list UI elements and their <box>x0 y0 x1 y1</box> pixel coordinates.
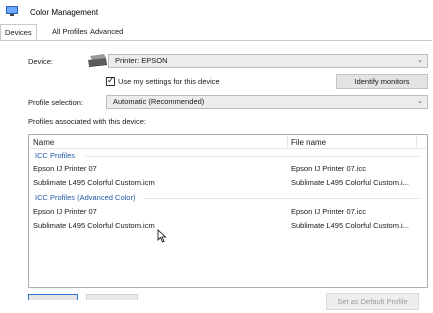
device-dropdown[interactable]: Printer: EPSON ⌄ <box>108 54 428 68</box>
title-bar: Color Management <box>0 0 433 23</box>
group-divider <box>143 198 420 199</box>
list-item[interactable]: Sublimate L495 Colorful Custom.icm Subli… <box>29 177 427 189</box>
tab-advanced[interactable]: Advanced <box>90 27 123 36</box>
profile-file: Sublimate L495 Colorful Custom.i... <box>291 178 409 187</box>
window-title: Color Management <box>30 8 99 17</box>
column-divider[interactable] <box>416 135 417 148</box>
column-divider[interactable] <box>287 135 288 148</box>
tab-devices[interactable]: Devices <box>0 24 37 40</box>
tab-all-profiles[interactable]: All Profiles <box>52 27 87 36</box>
identify-monitors-button[interactable]: Identify monitors <box>336 74 428 89</box>
set-default-profile-button[interactable]: Set as Default Profile <box>326 293 419 310</box>
mouse-cursor-icon <box>157 229 167 243</box>
profile-name: Sublimate L495 Colorful Custom.icm <box>33 221 155 230</box>
group-divider <box>85 156 420 157</box>
list-item[interactable]: Epson IJ Printer 07 Epson IJ Printer 07.… <box>29 206 427 218</box>
device-dropdown-value: Printer: EPSON <box>115 56 168 65</box>
group-icc-profiles[interactable]: ICC Profiles <box>35 151 75 160</box>
tab-bar: Devices All Profiles Advanced <box>0 24 433 41</box>
column-header-name[interactable]: Name <box>33 138 54 147</box>
printer-icon <box>88 54 107 67</box>
checkmark-icon: ✓ <box>107 75 115 85</box>
list-item[interactable]: Sublimate L495 Colorful Custom.icm Subli… <box>29 220 427 232</box>
devices-panel: Device: Printer: EPSON ⌄ ✓ Use my settin… <box>0 40 432 313</box>
add-button[interactable] <box>28 294 78 300</box>
profile-file: Sublimate L495 Colorful Custom.i... <box>291 221 409 230</box>
profile-name: Epson IJ Printer 07 <box>33 164 97 173</box>
profiles-list[interactable]: Name File name ICC Profiles Epson IJ Pri… <box>28 134 428 288</box>
chevron-down-icon: ⌄ <box>417 57 423 64</box>
list-item[interactable]: Epson IJ Printer 07 Epson IJ Printer 07.… <box>29 163 427 175</box>
profiles-caption: Profiles associated with this device: <box>28 117 146 126</box>
chevron-down-icon: ⌄ <box>417 98 423 105</box>
group-icc-profiles-advanced[interactable]: ICC Profiles (Advanced Color) <box>35 193 135 202</box>
color-management-icon <box>6 6 18 16</box>
device-label: Device: <box>28 57 54 66</box>
profile-file: Epson IJ Printer 07.icc <box>291 164 367 173</box>
profile-name: Epson IJ Printer 07 <box>33 207 97 216</box>
profile-selection-dropdown[interactable]: Automatic (Recommended) ⌄ <box>106 95 428 109</box>
profile-selection-label: Profile selection: <box>28 98 84 107</box>
use-settings-label: Use my settings for this device <box>118 77 220 86</box>
column-header-file[interactable]: File name <box>291 138 326 147</box>
remove-button[interactable] <box>86 294 138 300</box>
profile-file: Epson IJ Printer 07.icc <box>291 207 367 216</box>
list-header: Name File name <box>29 135 427 149</box>
profile-selection-value: Automatic (Recommended) <box>113 97 205 106</box>
use-settings-checkbox[interactable]: ✓ <box>106 75 115 86</box>
profile-name: Sublimate L495 Colorful Custom.icm <box>33 178 155 187</box>
